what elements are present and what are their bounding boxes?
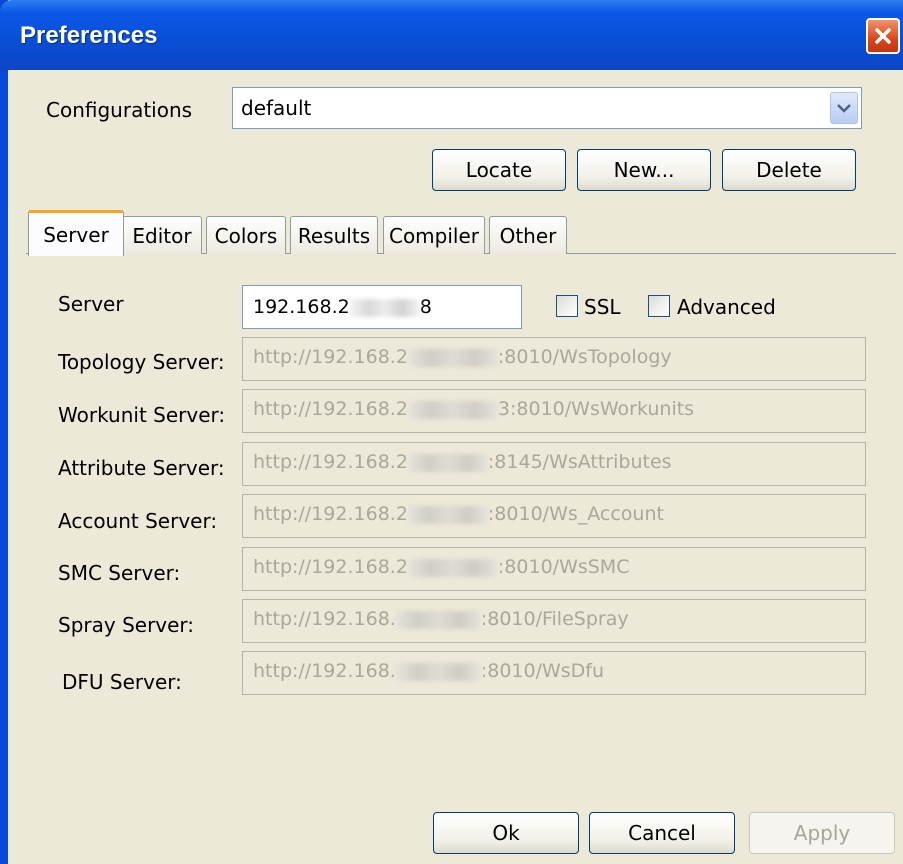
account-server-label: Account Server: [58, 509, 218, 533]
configurations-label: Configurations [46, 98, 193, 122]
smc-server-label: SMC Server: [58, 561, 181, 585]
delete-button[interactable]: Delete [722, 149, 856, 191]
tab-other[interactable]: Other [489, 216, 567, 254]
advanced-checkbox[interactable] [648, 295, 670, 317]
attribute-server-field[interactable]: http://192.168.2:8145/WsAttributes [242, 442, 866, 486]
dfu-server-field[interactable]: http://192.168.:8010/WsDfu [242, 651, 866, 695]
title-bar[interactable]: Preferences [0, 0, 903, 70]
tab-colors[interactable]: Colors [206, 216, 286, 254]
smc-server-value: http://192.168.2:8010/WsSMC [253, 556, 630, 578]
window-title: Preferences [20, 22, 158, 49]
close-icon [875, 28, 891, 44]
ok-button[interactable]: Ok [433, 812, 579, 854]
ssl-label: SSL [584, 295, 621, 319]
attribute-server-label: Attribute Server: [58, 456, 225, 480]
smc-server-field[interactable]: http://192.168.2:8010/WsSMC [242, 547, 866, 591]
server-address-input[interactable]: 192.168.2 8 [242, 285, 522, 329]
tab-editor[interactable]: Editor [122, 216, 202, 254]
topology-server-field[interactable]: http://192.168.2:8010/WsTopology [242, 337, 866, 381]
new-button[interactable]: New... [577, 149, 711, 191]
attribute-server-value: http://192.168.2:8145/WsAttributes [253, 451, 672, 473]
spray-server-label: Spray Server: [58, 613, 195, 637]
locate-button[interactable]: Locate [432, 149, 566, 191]
dfu-server-value: http://192.168.:8010/WsDfu [253, 660, 605, 682]
server-label: Server [58, 292, 124, 316]
spray-server-value: http://192.168.:8010/FileSpray [253, 608, 629, 630]
tab-server[interactable]: Server [28, 210, 124, 256]
account-server-value: http://192.168.2:8010/Ws_Account [253, 503, 664, 525]
close-button[interactable] [866, 18, 900, 54]
topology-server-value: http://192.168.2:8010/WsTopology [253, 346, 672, 368]
server-address-value: 192.168.2 8 [253, 296, 432, 318]
chevron-down-icon [837, 104, 851, 113]
dropdown-button[interactable] [830, 92, 858, 124]
apply-button[interactable]: Apply [749, 812, 895, 854]
tab-results[interactable]: Results [290, 216, 378, 254]
cancel-button[interactable]: Cancel [589, 812, 735, 854]
workunit-server-label: Workunit Server: [58, 403, 226, 427]
advanced-label: Advanced [677, 295, 776, 319]
dfu-server-label: DFU Server: [62, 670, 182, 694]
workunit-server-value: http://192.168.2 3:8010/WsWorkunits [253, 398, 695, 420]
configurations-value: default [241, 96, 312, 120]
ssl-checkbox[interactable] [556, 295, 578, 317]
spray-server-field[interactable]: http://192.168.:8010/FileSpray [242, 599, 866, 643]
configurations-dropdown[interactable]: default [232, 87, 862, 129]
tab-compiler[interactable]: Compiler [383, 216, 485, 254]
account-server-field[interactable]: http://192.168.2:8010/Ws_Account [242, 494, 866, 538]
workunit-server-field[interactable]: http://192.168.2 3:8010/WsWorkunits [242, 389, 866, 433]
topology-server-label: Topology Server: [58, 350, 225, 374]
